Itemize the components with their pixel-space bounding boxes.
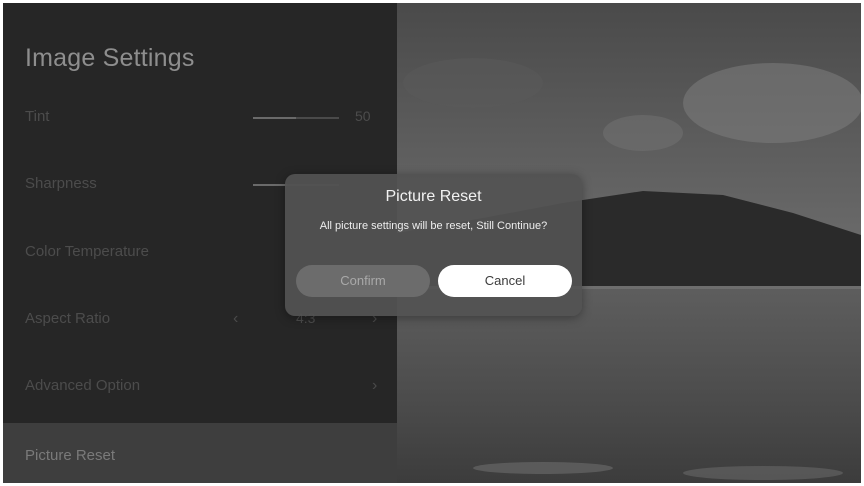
menu-item-tint[interactable]: Tint 50	[3, 96, 397, 140]
menu-item-label: Color Temperature	[25, 243, 149, 260]
menu-item-picture-reset[interactable]: Picture Reset	[3, 423, 397, 483]
sharpness-slider-fill	[253, 184, 287, 186]
chevron-right-icon: ›	[372, 377, 378, 394]
menu-item-label: Aspect Ratio	[25, 310, 111, 327]
cancel-button[interactable]: Cancel	[438, 265, 572, 297]
chevron-left-icon[interactable]: ‹	[233, 310, 238, 328]
menu-item-label: Tint	[25, 108, 50, 125]
menu-item-label: Picture Reset	[25, 447, 116, 464]
tint-slider[interactable]	[253, 117, 339, 119]
tint-value: 50	[355, 108, 371, 124]
confirm-button[interactable]: Confirm	[296, 265, 430, 297]
tint-slider-fill	[253, 117, 296, 119]
menu-item-label: Advanced Option	[25, 377, 141, 394]
picture-reset-dialog: Picture Reset All picture settings will …	[285, 174, 582, 316]
dialog-title: Picture Reset	[385, 188, 482, 205]
menu-item-label: Sharpness	[25, 175, 97, 192]
dialog-message: All picture settings will be reset, Stil…	[319, 220, 548, 232]
panel-title: Image Settings	[25, 44, 195, 72]
menu-item-advanced-option[interactable]: Advanced Option ›	[3, 365, 397, 409]
tv-screen: Image Settings Tint 50 Sharpness Color T…	[3, 3, 861, 483]
